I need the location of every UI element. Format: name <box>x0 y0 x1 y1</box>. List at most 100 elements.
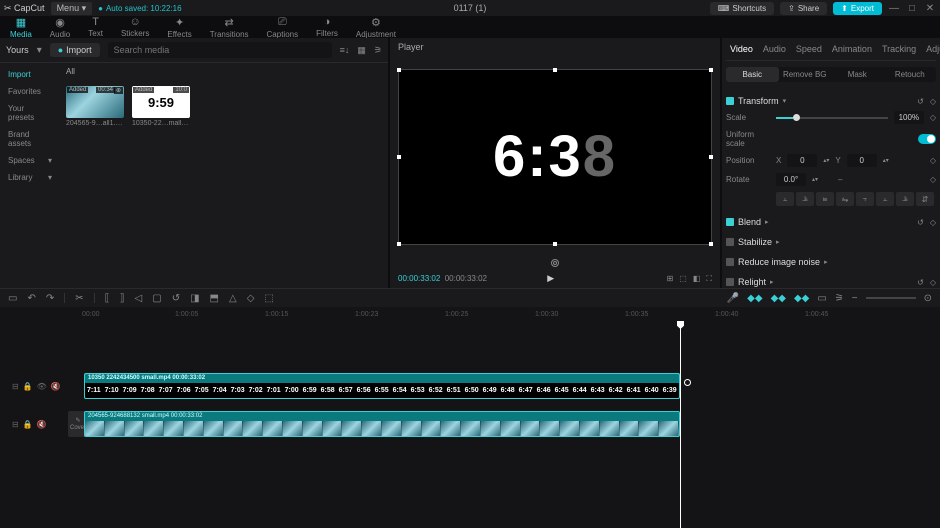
checkbox-icon[interactable] <box>726 97 734 105</box>
checkbox-icon[interactable] <box>726 258 734 266</box>
resize-handle[interactable] <box>397 155 401 159</box>
reset-icon[interactable]: ↺ <box>917 97 924 106</box>
reset-icon[interactable]: ↺ <box>917 278 924 287</box>
keyframe-icon[interactable]: ◇ <box>930 175 936 184</box>
inspector-tab-animation[interactable]: Animation <box>832 44 872 54</box>
mirror-icon[interactable]: ◨ <box>190 293 199 304</box>
grid-view-icon[interactable]: ▦ <box>357 45 366 56</box>
redo-icon[interactable]: ↷ <box>46 293 54 304</box>
split-icon[interactable]: ✂ <box>75 293 83 304</box>
zoom-in-icon[interactable]: ⊙ <box>924 293 932 304</box>
inspector-tab-video[interactable]: Video <box>730 44 753 54</box>
mute-icon[interactable]: 🔇 <box>37 420 47 429</box>
resize-handle[interactable] <box>709 68 713 72</box>
sidebar-item-presets[interactable]: Your presets <box>4 101 56 125</box>
tab-text[interactable]: TText <box>84 14 107 40</box>
rotate-input[interactable]: 0.0° <box>776 173 806 186</box>
resize-handle[interactable] <box>397 68 401 72</box>
tab-adjustment[interactable]: ⚙Adjustment <box>352 14 400 41</box>
mic-icon[interactable]: 🎤 <box>727 293 739 304</box>
all-filter[interactable]: All <box>60 63 388 80</box>
timeline-clip[interactable]: 10350 2242434500 small.mp4 00:00:33:02 7… <box>84 373 680 399</box>
tracks-area[interactable]: ⊟ 🔒 👁 🔇 10350 2242434500 small.mp4 00:00:33… <box>0 321 940 528</box>
reset-icon[interactable]: ↺ <box>917 218 924 227</box>
play-button[interactable]: ▶ <box>547 273 554 284</box>
select-tool-icon[interactable]: ▭ <box>8 293 17 304</box>
zoom-out-icon[interactable]: − <box>852 293 858 304</box>
fullscreen-icon[interactable]: ⛶ <box>706 274 712 284</box>
tab-filters[interactable]: ◑Filters <box>312 14 342 40</box>
mute-icon[interactable]: 🔇 <box>51 382 61 391</box>
warning-icon[interactable]: △ <box>229 293 237 304</box>
tab-transitions[interactable]: ⇄Transitions <box>206 14 253 41</box>
subtab-removebg[interactable]: Remove BG <box>779 67 832 82</box>
timeline-ruler[interactable]: 00:00 1:00:05 1:00:15 1:00:23 1:00:25 1:… <box>0 307 940 321</box>
reduce-noise-section[interactable]: Reduce image noise▸ <box>726 255 936 269</box>
marker-icon[interactable]: ◇ <box>247 293 255 304</box>
minimize-icon[interactable]: — <box>888 3 900 14</box>
preview-icon[interactable]: ▭ <box>817 293 826 304</box>
trim-right-icon[interactable]: ⟧ <box>120 293 125 304</box>
freeze-icon[interactable]: ▢ <box>152 293 161 304</box>
relight-section[interactable]: Relight▸↺◇ <box>726 275 936 288</box>
transition-handle[interactable] <box>684 379 691 386</box>
reverse-icon[interactable]: ↺ <box>172 293 180 304</box>
tab-media[interactable]: ▦Media <box>6 14 36 41</box>
tab-captions[interactable]: ⎚Captions <box>263 14 303 41</box>
subtab-basic[interactable]: Basic <box>726 67 779 82</box>
tab-audio[interactable]: ◉Audio <box>46 14 74 41</box>
blend-section[interactable]: Blend▸↺◇ <box>726 215 936 229</box>
align-right-icon[interactable]: ⫢ <box>816 192 834 206</box>
keyframe-icon[interactable]: ◇ <box>930 218 936 227</box>
sidebar-item-brand[interactable]: Brand assets <box>4 127 56 151</box>
keyframe-icon[interactable]: ◇ <box>930 97 936 106</box>
inspector-tab-speed[interactable]: Speed <box>796 44 822 54</box>
resize-handle[interactable] <box>553 242 557 246</box>
yours-filter[interactable]: Yours <box>6 45 29 55</box>
media-clip[interactable]: Added⊕00:34 204565-9…all1.mp4 <box>66 86 124 127</box>
subtab-mask[interactable]: Mask <box>831 67 884 82</box>
inspector-tab-audio[interactable]: Audio <box>763 44 786 54</box>
collapse-icon[interactable]: ⊟ <box>12 382 19 391</box>
keyframe-icon[interactable]: ◇ <box>930 113 936 122</box>
resize-handle[interactable] <box>553 68 557 72</box>
collapse-icon[interactable]: ⊟ <box>12 420 19 429</box>
sidebar-item-import[interactable]: Import <box>4 67 56 82</box>
align-top-icon[interactable]: ⫟ <box>856 192 874 206</box>
resize-handle[interactable] <box>397 242 401 246</box>
visible-icon[interactable]: 👁 <box>37 382 47 391</box>
resize-handle[interactable] <box>709 242 713 246</box>
delete-left-icon[interactable]: ◁ <box>135 293 143 304</box>
uniform-scale-toggle[interactable] <box>918 134 936 144</box>
crop-icon[interactable]: ⬒ <box>210 293 219 304</box>
scale-value[interactable]: 100% <box>894 111 924 124</box>
align-center-v-icon[interactable]: ⫠ <box>876 192 894 206</box>
filter-icon[interactable]: ⚞ <box>374 45 382 56</box>
close-icon[interactable]: ✕ <box>924 3 936 14</box>
compare-icon[interactable]: ◧ <box>693 274 701 284</box>
pos-y-input[interactable]: 0 <box>847 154 877 167</box>
magnet-icon[interactable]: ◆◆ <box>771 293 786 304</box>
import-button[interactable]: ●Import <box>50 43 100 57</box>
tab-stickers[interactable]: ☺Stickers <box>117 14 153 40</box>
checkbox-icon[interactable] <box>726 238 734 246</box>
media-clip[interactable]: 9:59Added10:0 10350-22…mall.mp4 <box>132 86 190 127</box>
checkbox-icon[interactable] <box>726 218 734 226</box>
lock-icon[interactable]: 🔒 <box>23 382 33 391</box>
sidebar-item-favorites[interactable]: Favorites <box>4 84 56 99</box>
inspector-tab-adjustment[interactable]: Adjustment <box>926 44 940 54</box>
share-button[interactable]: ⇪ Share <box>780 2 827 15</box>
player-canvas[interactable]: 6:38 <box>398 69 712 245</box>
undo-icon[interactable]: ↶ <box>27 293 35 304</box>
sidebar-item-library[interactable]: Library▾ <box>4 170 56 185</box>
inspector-tab-tracking[interactable]: Tracking <box>882 44 916 54</box>
shortcuts-button[interactable]: ⌨ Shortcuts <box>710 2 774 15</box>
checkbox-icon[interactable] <box>726 278 734 286</box>
link-icon[interactable]: ◆◆ <box>794 293 809 304</box>
preview-quality-icon[interactable]: ⊞ <box>667 274 674 284</box>
ratio-icon[interactable]: ⬚ <box>679 274 687 284</box>
pos-x-input[interactable]: 0 <box>787 154 817 167</box>
scale-slider[interactable] <box>776 117 888 119</box>
search-input[interactable] <box>108 42 332 58</box>
trim-left-icon[interactable]: ⟦ <box>105 293 110 304</box>
